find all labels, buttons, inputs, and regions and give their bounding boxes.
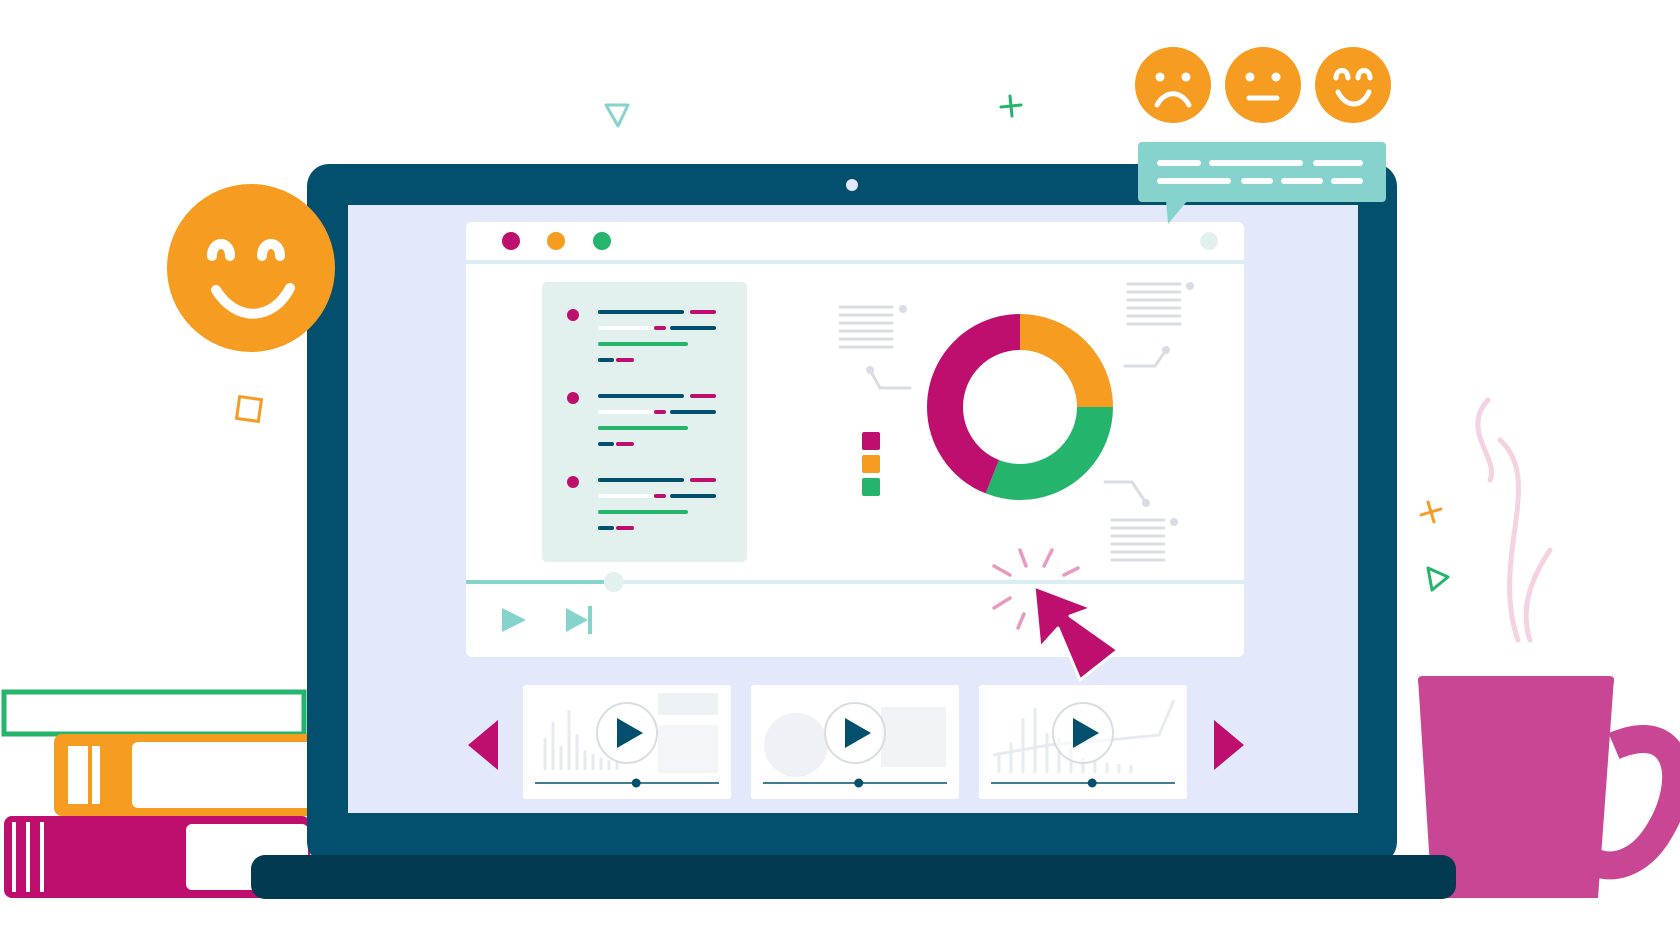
close-dot[interactable]: [502, 232, 520, 250]
donut-legend: [862, 432, 880, 496]
laptop-illustration: [1, 47, 1680, 899]
steam: [1475, 397, 1553, 643]
laptop-base: [251, 855, 1456, 899]
video-thumbnail-2[interactable]: [751, 685, 959, 799]
thumbnail-play-icon[interactable]: [596, 702, 658, 764]
sad-face-icon[interactable]: [1135, 47, 1211, 123]
book-top-green: [1, 689, 307, 737]
legend-swatch-orange: [862, 455, 880, 473]
minimize-dot[interactable]: [547, 232, 565, 250]
happy-face-icon[interactable]: [1315, 47, 1391, 123]
thumbnail-progress-knob[interactable]: [631, 778, 641, 788]
legend-swatch-green: [862, 478, 880, 496]
plus-confetti-top: [999, 94, 1023, 118]
video-thumbnail-3[interactable]: [979, 685, 1187, 799]
thumbnail-progress-knob[interactable]: [854, 778, 864, 788]
plus-confetti-right: [1419, 500, 1443, 524]
window-menu-dot[interactable]: [1200, 232, 1218, 250]
webcam: [846, 179, 858, 191]
video-thumbnail-1[interactable]: [523, 685, 731, 799]
triangle-confetti-right: [1426, 566, 1450, 592]
thumbnail-play-icon[interactable]: [824, 702, 886, 764]
coffee-mug: [1418, 397, 1680, 898]
square-confetti-left: [234, 394, 264, 424]
video-carousel: [468, 685, 1244, 799]
legend-swatch-magenta: [862, 432, 880, 450]
triangle-confetti-top: [604, 103, 630, 128]
playback-scrubber[interactable]: [603, 572, 624, 592]
thumbnail-progress-knob[interactable]: [1087, 778, 1097, 788]
feedback-faces: [1135, 47, 1391, 123]
thumbnail-play-icon[interactable]: [1052, 702, 1114, 764]
app-window: [466, 222, 1244, 682]
big-smiley-face-icon: [167, 184, 335, 352]
maximize-dot[interactable]: [593, 232, 611, 250]
neutral-face-icon[interactable]: [1225, 47, 1301, 123]
list-panel: [542, 282, 747, 562]
